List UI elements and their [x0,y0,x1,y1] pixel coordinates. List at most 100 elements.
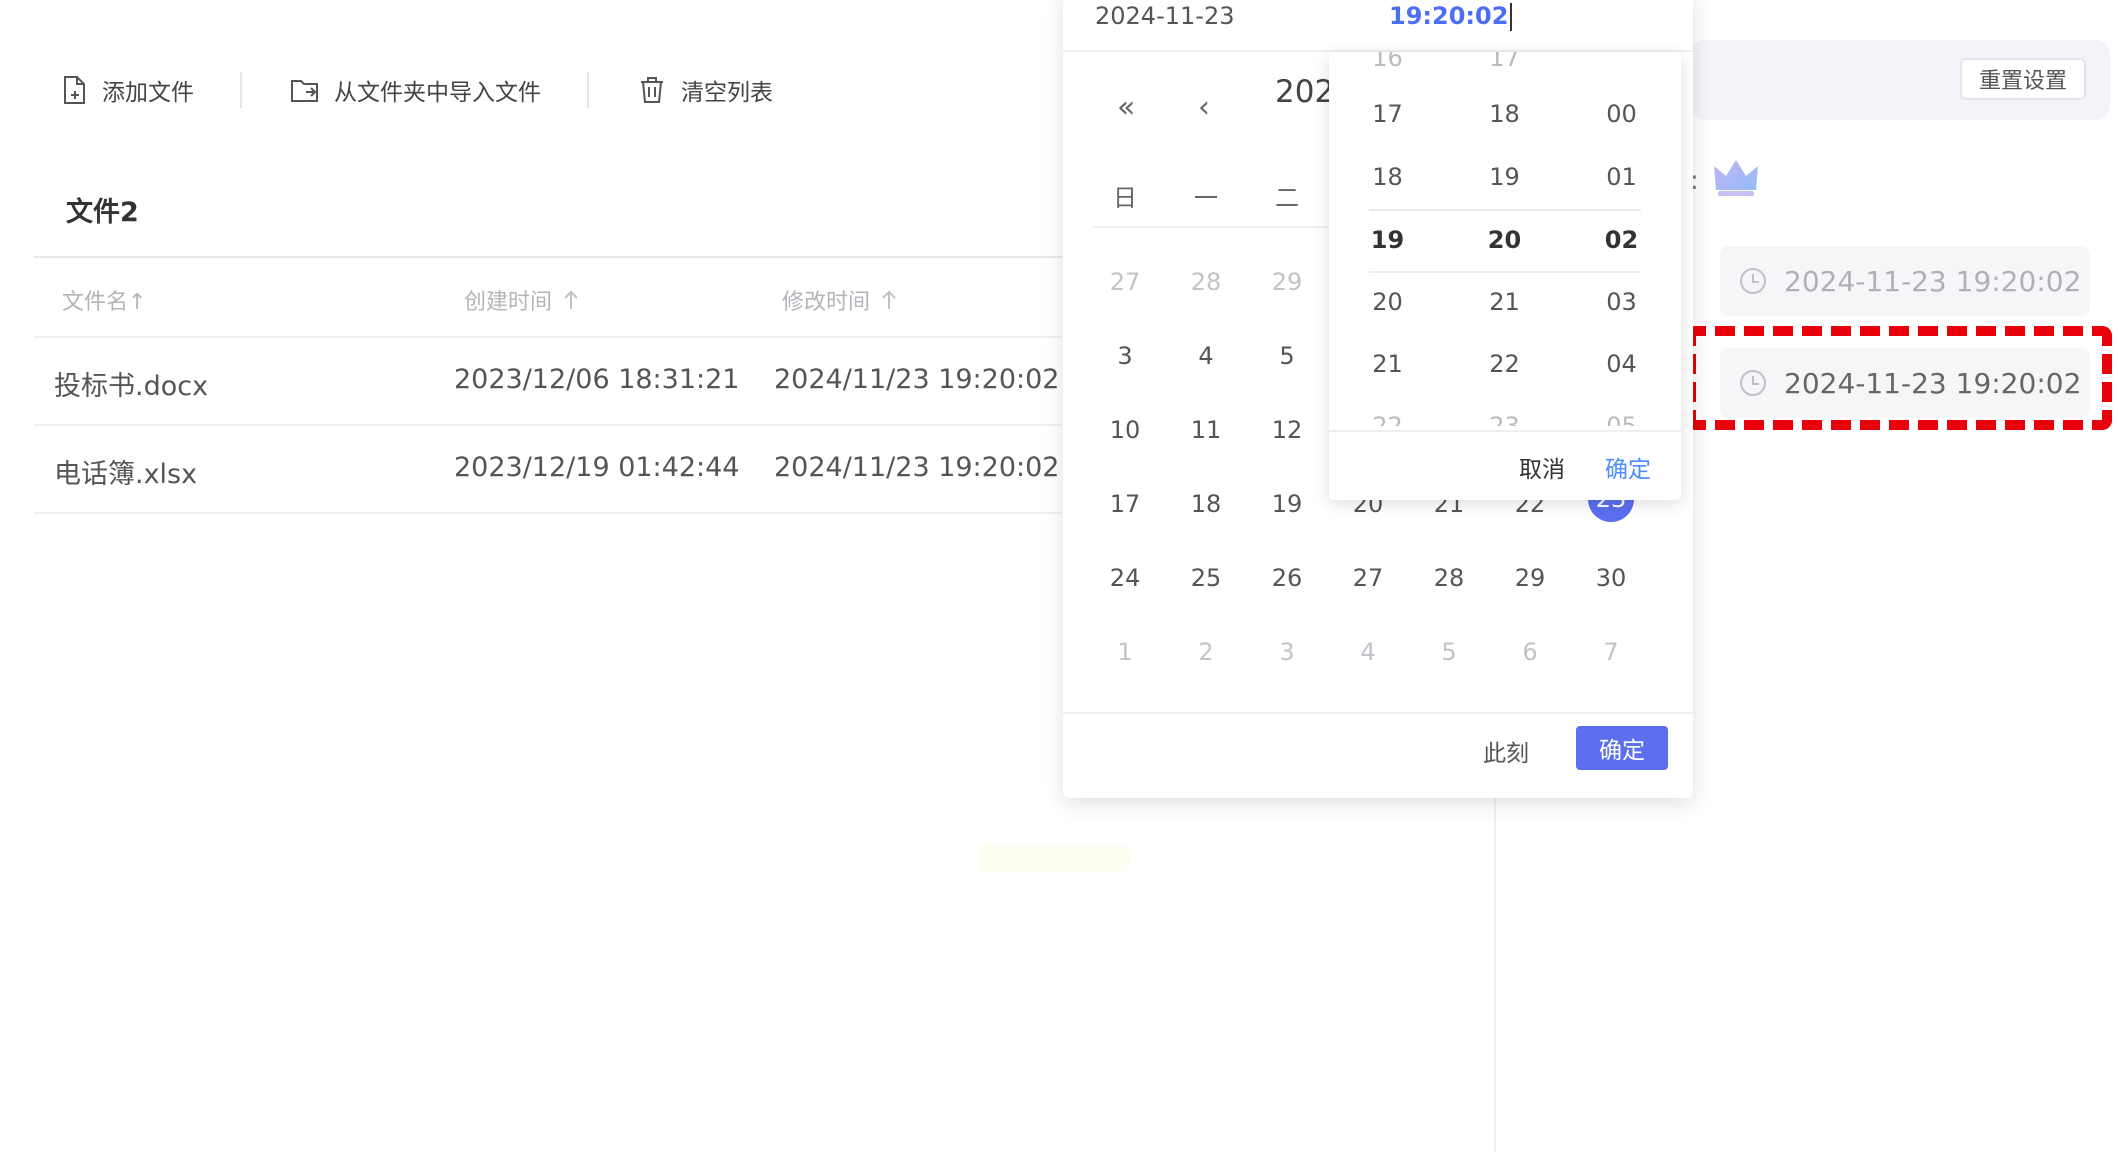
folder-import-icon [291,80,318,102]
import-folder-button[interactable]: 从文件夹中导入文件 [284,73,545,107]
calendar-day[interactable]: 27 [1095,268,1155,296]
column-header-filename[interactable]: 文件名↑ [62,284,146,316]
minute-option[interactable]: 18 [1446,100,1563,128]
time-picker-panel: 16 17 18 19 20 21 22 17 18 19 20 21 22 2… [1329,52,1681,500]
toolbar: 添加文件 从文件夹中导入文件 清空列表 [52,66,777,114]
time-confirm-button[interactable]: 确定 [1605,450,1651,484]
hour-option-selected[interactable]: 19 [1329,226,1446,254]
second-column[interactable]: 00 01 02 03 04 05 [1563,52,1680,426]
minute-column[interactable]: 17 18 19 20 21 22 23 [1446,52,1563,426]
now-button[interactable]: 此刻 [1483,734,1529,768]
prev-month-button[interactable]: ‹ [1198,90,1210,125]
picker-date-input[interactable]: 2024-11-23 [1095,2,1234,30]
minute-option[interactable]: 22 [1446,350,1563,378]
calendar-day[interactable]: 25 [1176,564,1236,592]
table-row[interactable]: 电话簿.xlsx 2023/12/19 01:42:44 2024/11/23 … [34,426,1062,514]
cell-filename: 投标书.docx [54,371,209,402]
column-header-created[interactable]: 创建时间 [464,284,580,316]
add-file-button[interactable]: 添加文件 [52,73,198,107]
calendar-day[interactable]: 12 [1257,416,1317,444]
calendar-day[interactable]: 6 [1500,638,1560,666]
faint-highlight [980,844,1130,872]
trash-icon [641,77,663,103]
second-option[interactable]: 00 [1563,100,1680,128]
cell-created: 2023/12/19 01:42:44 [454,452,740,483]
calendar-day[interactable]: 5 [1419,638,1479,666]
calendar-day[interactable]: 26 [1257,564,1317,592]
clock-icon [1740,268,1766,294]
calendar-day[interactable]: 27 [1338,564,1398,592]
calendar-day[interactable]: 1 [1095,638,1155,666]
calendar-day[interactable]: 4 [1338,638,1398,666]
calendar-day[interactable]: 3 [1095,342,1155,370]
picker-input-row: 2024-11-23 19:20:02 [1063,0,1693,52]
calendar-day[interactable]: 2 [1176,638,1236,666]
picker-time-input[interactable]: 19:20:02 [1389,2,1513,31]
hour-option[interactable]: 18 [1329,163,1446,191]
add-file-icon [64,76,85,104]
reset-settings-button[interactable]: 重置设置 [1960,58,2086,100]
calendar-day[interactable]: 29 [1500,564,1560,592]
import-folder-label: 从文件夹中导入文件 [334,80,541,106]
selection-line-top [1369,209,1641,211]
hour-option[interactable]: 16 [1329,52,1446,72]
prev-year-button[interactable]: « [1117,90,1135,125]
minute-option[interactable]: 19 [1446,163,1563,191]
calendar-day[interactable]: 28 [1419,564,1479,592]
calendar-day[interactable]: 10 [1095,416,1155,444]
toolbar-divider [587,72,589,108]
second-option[interactable]: 04 [1563,350,1680,378]
highlight-annotation [1686,326,2112,430]
calendar-day[interactable]: 3 [1257,638,1317,666]
calendar-day[interactable]: 28 [1176,268,1236,296]
datetime-field[interactable]: 2024-11-23 19:20:02 [1720,246,2090,316]
calendar-day[interactable]: 29 [1257,268,1317,296]
minute-option-selected[interactable]: 20 [1446,226,1563,254]
second-option[interactable]: 03 [1563,288,1680,316]
hour-option[interactable]: 21 [1329,350,1446,378]
second-option[interactable]: 01 [1563,163,1680,191]
hour-option[interactable]: 17 [1329,100,1446,128]
hour-option[interactable]: 22 [1329,412,1446,426]
column-header-modified[interactable]: 修改时间 [782,284,898,316]
picker-footer-divider [1063,712,1693,714]
second-option[interactable]: 05 [1563,412,1680,426]
calendar-day[interactable]: 11 [1176,416,1236,444]
calendar-day[interactable]: 30 [1581,564,1641,592]
calendar-day[interactable]: 5 [1257,342,1317,370]
file-table: 文件名↑ 创建时间 修改时间 投标书.docx 2023/12/06 18:31… [34,256,1062,514]
sort-up-icon [564,290,578,309]
add-file-label: 添加文件 [102,80,194,106]
cell-filename: 电话簿.xlsx [54,459,198,490]
toolbar-divider [240,72,242,108]
weekday-label: 日 [1113,184,1137,212]
calendar-day[interactable]: 17 [1095,490,1155,518]
table-row[interactable]: 投标书.docx 2023/12/06 18:31:21 2024/11/23 … [34,338,1062,426]
cell-created: 2023/12/06 18:31:21 [454,364,740,395]
clear-list-button[interactable]: 清空列表 [631,73,777,107]
calendar-day[interactable]: 4 [1176,342,1236,370]
second-option-selected[interactable]: 02 [1563,226,1680,254]
panel-divider [1494,780,1496,1152]
picker-year-label[interactable]: 202 [1275,74,1334,110]
time-cancel-button[interactable]: 取消 [1519,450,1565,484]
text-cursor [1510,3,1513,31]
calendar-day[interactable]: 19 [1257,490,1317,518]
cell-modified: 2024/11/23 19:20:02 [774,364,1060,395]
picker-confirm-button[interactable]: 确定 [1576,726,1668,770]
clear-list-label: 清空列表 [681,80,773,106]
weekday-label: 二 [1275,184,1299,212]
hour-column[interactable]: 16 17 18 19 20 21 22 [1329,52,1446,426]
table-header: 文件名↑ 创建时间 修改时间 [34,256,1062,338]
calendar-day[interactable]: 7 [1581,638,1641,666]
minute-option[interactable]: 21 [1446,288,1563,316]
section-title: 文件2 [66,197,139,228]
weekday-label: 一 [1194,184,1218,212]
time-panel-footer-divider [1329,430,1681,432]
calendar-day[interactable]: 24 [1095,564,1155,592]
minute-option[interactable]: 23 [1446,412,1563,426]
calendar-day[interactable]: 18 [1176,490,1236,518]
hour-option[interactable]: 20 [1329,288,1446,316]
minute-option[interactable]: 17 [1446,52,1563,72]
cell-modified: 2024/11/23 19:20:02 [774,452,1060,483]
